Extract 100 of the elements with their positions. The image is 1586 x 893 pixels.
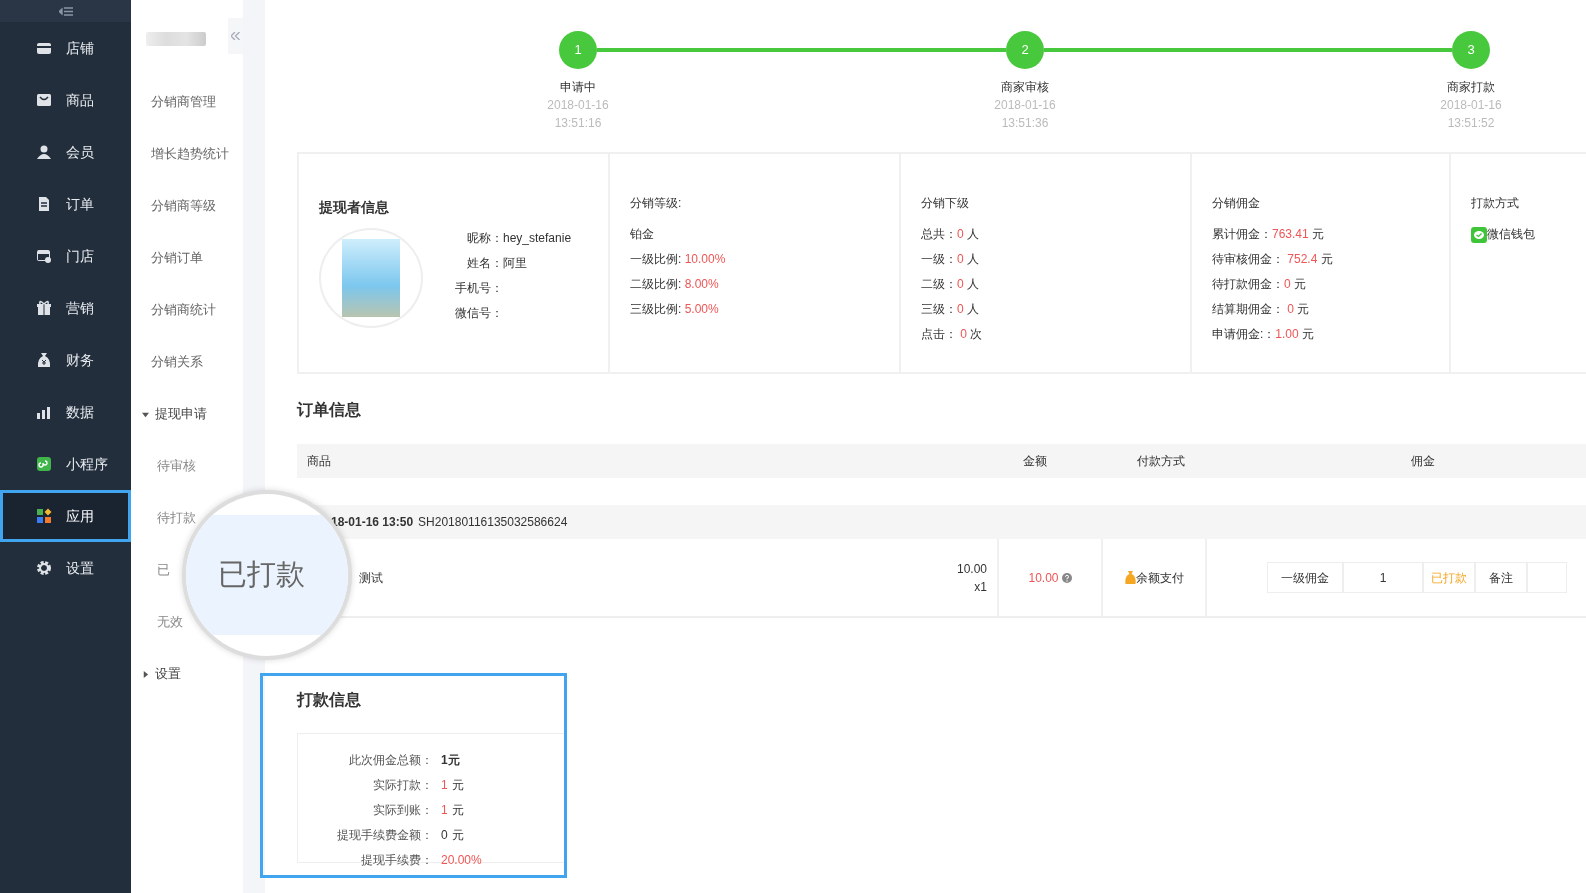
sidebar-label: 会员 bbox=[66, 142, 94, 162]
stat-label: 一级比例: bbox=[630, 252, 683, 266]
stat-label: 待打款佣金： bbox=[1212, 277, 1284, 291]
unit-label: 元 bbox=[1312, 227, 1325, 241]
sidebar-label: 设置 bbox=[66, 558, 94, 578]
unit-label: 人 bbox=[967, 277, 980, 291]
subnav-item[interactable]: 提现申请 bbox=[155, 406, 207, 422]
sidebar-item[interactable]: 店铺 bbox=[0, 22, 131, 74]
apps-icon bbox=[36, 508, 52, 524]
payout-value: 0 bbox=[441, 827, 448, 844]
sidebar-item[interactable]: 营销 bbox=[0, 282, 131, 334]
subnav-item[interactable]: 增长趋势统计 bbox=[151, 146, 229, 162]
sidebar-label: 订单 bbox=[66, 194, 94, 214]
stat-value: 0 bbox=[957, 227, 964, 241]
unit-label: 元 bbox=[1320, 252, 1333, 266]
stat-value: 0 bbox=[957, 277, 964, 291]
unit-label: 人 bbox=[967, 302, 980, 316]
collapse-menu-icon[interactable] bbox=[58, 6, 73, 16]
stat-value: 10.00% bbox=[684, 252, 726, 266]
subnav-item[interactable]: 分销商管理 bbox=[151, 94, 216, 110]
step-number: 2 bbox=[1006, 31, 1044, 69]
column-title: 分销等级: bbox=[630, 195, 683, 212]
order-amount: 10.00 bbox=[1028, 569, 1059, 587]
money-bag-icon bbox=[1124, 571, 1136, 584]
help-icon[interactable] bbox=[1061, 572, 1072, 583]
column-header: 佣金 bbox=[1409, 453, 1436, 470]
sidebar-item[interactable]: 会员 bbox=[0, 126, 131, 178]
unit-label: 元 bbox=[1297, 302, 1310, 316]
sidebar-item[interactable]: 订单 bbox=[0, 178, 131, 230]
sidebar-label: 数据 bbox=[66, 402, 94, 422]
payout-value: 20.00% bbox=[441, 852, 482, 869]
product-quantity: x1 bbox=[973, 578, 987, 596]
sidebar-item[interactable]: 商品 bbox=[0, 74, 131, 126]
logo-placeholder bbox=[146, 32, 206, 46]
gift-icon bbox=[36, 300, 52, 316]
step-date: 2018-01-16 bbox=[1439, 97, 1503, 114]
unit-label: 元 bbox=[1302, 327, 1315, 341]
stat-value: 8.00% bbox=[684, 277, 719, 291]
step-number: 3 bbox=[1452, 31, 1490, 69]
stat-value: 0 bbox=[957, 252, 964, 266]
stat-label: 累计佣金： bbox=[1212, 227, 1272, 241]
subnav-item[interactable]: 待审核 bbox=[157, 458, 196, 474]
subnav-item[interactable]: 已 bbox=[157, 562, 170, 578]
sidebar-item[interactable]: 财务 bbox=[0, 334, 131, 386]
stat-label: 三级： bbox=[921, 302, 957, 316]
stat-label: 三级比例: bbox=[630, 302, 683, 316]
subnav-item[interactable]: 分销商统计 bbox=[151, 302, 216, 318]
stat-label: 结算期佣金： bbox=[1212, 302, 1285, 316]
document-icon bbox=[36, 196, 52, 212]
step-number: 1 bbox=[559, 31, 597, 69]
column-header: 商品 bbox=[306, 453, 332, 470]
caret-icon[interactable] bbox=[142, 410, 149, 418]
sidebar-label: 应用 bbox=[66, 506, 94, 526]
level-name: 铂金 bbox=[630, 226, 655, 243]
step-label: 申请中 bbox=[559, 79, 597, 96]
payout-label: 此次佣金总额： bbox=[348, 752, 433, 769]
store-icon bbox=[36, 40, 52, 56]
step-time: 13:51:16 bbox=[553, 115, 603, 132]
caret-icon[interactable] bbox=[142, 670, 149, 678]
field-label: 微信号： bbox=[454, 305, 503, 323]
user-icon bbox=[36, 144, 52, 160]
subnav-item[interactable]: 分销商等级 bbox=[151, 198, 216, 214]
card-title: 提现者信息 bbox=[319, 199, 390, 217]
magnified-label: 已打款 bbox=[218, 557, 305, 593]
unit-label: 人 bbox=[967, 227, 980, 241]
payout-value: 1元 bbox=[441, 752, 460, 769]
sidebar-item[interactable]: 应用 bbox=[0, 490, 131, 542]
stat-label: 二级比例: bbox=[630, 277, 683, 291]
subnav-item[interactable]: 待打款 bbox=[157, 510, 196, 526]
sidebar-item[interactable]: 门店 bbox=[0, 230, 131, 282]
payout-label: 实际打款： bbox=[372, 777, 433, 794]
sidebar-label: 小程序 bbox=[66, 454, 108, 474]
stat-label: 待审核佣金： bbox=[1212, 252, 1285, 266]
field-value: hey_stefanie bbox=[503, 230, 572, 248]
step-label: 商家打款 bbox=[1446, 79, 1496, 96]
subnav-item[interactable]: 设置 bbox=[155, 666, 181, 682]
unit-label: 次 bbox=[970, 327, 983, 341]
section-title: 订单信息 bbox=[297, 400, 362, 420]
column-header: 金额 bbox=[1021, 453, 1048, 470]
column-header: 付款方式 bbox=[1135, 453, 1186, 470]
settings-icon bbox=[36, 560, 52, 576]
subnav-item[interactable]: 分销订单 bbox=[151, 250, 203, 266]
subnav-item[interactable]: 无效 bbox=[157, 614, 183, 630]
payout-value: 1 bbox=[441, 777, 448, 794]
subnav-item[interactable]: 分销关系 bbox=[151, 354, 203, 370]
money-bag-icon bbox=[36, 352, 52, 368]
step-time: 13:51:36 bbox=[1000, 115, 1050, 132]
step-date: 2018-01-16 bbox=[546, 97, 610, 114]
field-label: 昵称： bbox=[466, 230, 503, 248]
payout-value: 1 bbox=[441, 802, 448, 819]
sidebar-label: 营销 bbox=[66, 298, 94, 318]
field-label: 手机号： bbox=[454, 280, 503, 298]
mini-program-icon bbox=[36, 456, 52, 472]
sidebar-item[interactable]: 小程序 bbox=[0, 438, 131, 490]
step-label: 商家审核 bbox=[1000, 79, 1050, 96]
order-time: 18-01-16 13:50 bbox=[331, 514, 414, 531]
unit-label: 元 bbox=[451, 777, 464, 794]
inbox-icon bbox=[36, 92, 52, 108]
sidebar-item[interactable]: 设置 bbox=[0, 542, 131, 594]
sidebar-item[interactable]: 数据 bbox=[0, 386, 131, 438]
